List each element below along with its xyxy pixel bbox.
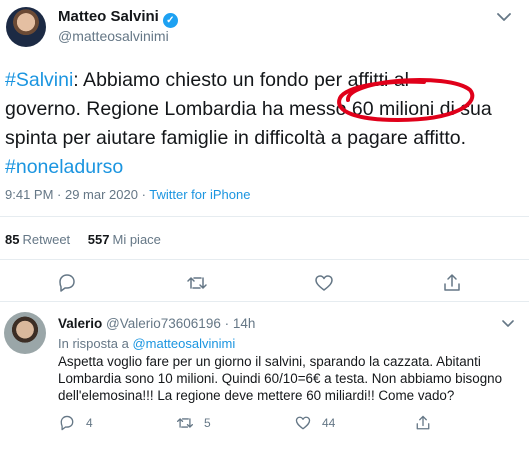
- tweet-text: #Salvini: Abbiamo chiesto un fondo per a…: [5, 66, 520, 182]
- share-icon[interactable]: [441, 272, 463, 294]
- reply-author-row: Valerio @Valerio73606196 · 14h: [58, 316, 255, 331]
- retweets-stat[interactable]: 85 Retweet: [5, 232, 84, 247]
- chevron-down-icon[interactable]: [495, 10, 513, 24]
- author-handle[interactable]: @matteosalvinimi: [58, 28, 169, 44]
- reply-share-button[interactable]: [414, 414, 442, 432]
- avatar[interactable]: [6, 7, 46, 47]
- tweet-line-2: governo. Regione Lombardia ha messo 60 m…: [5, 98, 492, 120]
- reply-icon[interactable]: [56, 272, 78, 294]
- tweet-timestamp[interactable]: 9:41 PM · 29 mar 2020 ·: [5, 187, 149, 202]
- divider: [0, 259, 529, 260]
- reply-author-name[interactable]: Valerio: [58, 316, 102, 331]
- reply-author-handle[interactable]: @Valerio73606196 · 14h: [106, 316, 255, 331]
- reply-tweet[interactable]: Valerio @Valerio73606196 · 14h In rispos…: [0, 302, 529, 449]
- verified-badge-icon: ✓: [162, 13, 178, 28]
- retweet-icon: [176, 418, 194, 428]
- main-tweet: Matteo Salvini ✓ @matteosalvinimi #Salvin…: [0, 0, 529, 302]
- tweet-actions: [0, 272, 529, 294]
- author-name[interactable]: Matteo Salvini: [58, 8, 159, 25]
- cropped-text-fragment: [58, 442, 158, 448]
- divider: [0, 216, 529, 217]
- heart-icon: [295, 416, 311, 430]
- hashtag-link[interactable]: #Salvini: [5, 69, 73, 91]
- in-reply-to: In risposta a @matteosalvinimi: [58, 336, 236, 351]
- chevron-down-icon[interactable]: [501, 318, 515, 329]
- reply-count: 4: [86, 416, 93, 430]
- tweet-line-4: #noneladurso: [5, 153, 520, 182]
- reply-text: Aspetta voglio fare per un giorno il sal…: [58, 354, 503, 403]
- tweet-line-1: #Salvini: Abbiamo chiesto un fondo per a…: [5, 69, 409, 91]
- tweet-line-3: spinta per aiutare famiglie in difficolt…: [5, 127, 467, 149]
- retweet-count: 5: [204, 416, 211, 430]
- author-name-row[interactable]: Matteo Salvini ✓: [58, 8, 178, 28]
- reply-retweet-button[interactable]: 5: [176, 414, 211, 432]
- share-icon: [416, 415, 430, 430]
- retweet-icon[interactable]: [186, 272, 208, 294]
- avatar[interactable]: [4, 312, 46, 354]
- tweet-source[interactable]: Twitter for iPhone: [149, 187, 250, 202]
- tweet-stats: 85 Retweet 557 Mi piace: [5, 232, 161, 247]
- tweet-meta: 9:41 PM · 29 mar 2020 · Twitter for iPho…: [5, 187, 250, 202]
- mention-link[interactable]: @matteosalvinimi: [132, 336, 235, 351]
- reply-like-button[interactable]: 44: [294, 414, 335, 432]
- reply-icon: [60, 415, 74, 431]
- like-count: 44: [322, 416, 336, 430]
- likes-stat[interactable]: 557 Mi piace: [88, 232, 161, 247]
- hashtag-link[interactable]: #noneladurso: [5, 156, 123, 178]
- reply-reply-button[interactable]: 4: [58, 414, 93, 432]
- heart-icon[interactable]: [313, 272, 335, 294]
- reply-actions: 4 5 44: [58, 414, 458, 432]
